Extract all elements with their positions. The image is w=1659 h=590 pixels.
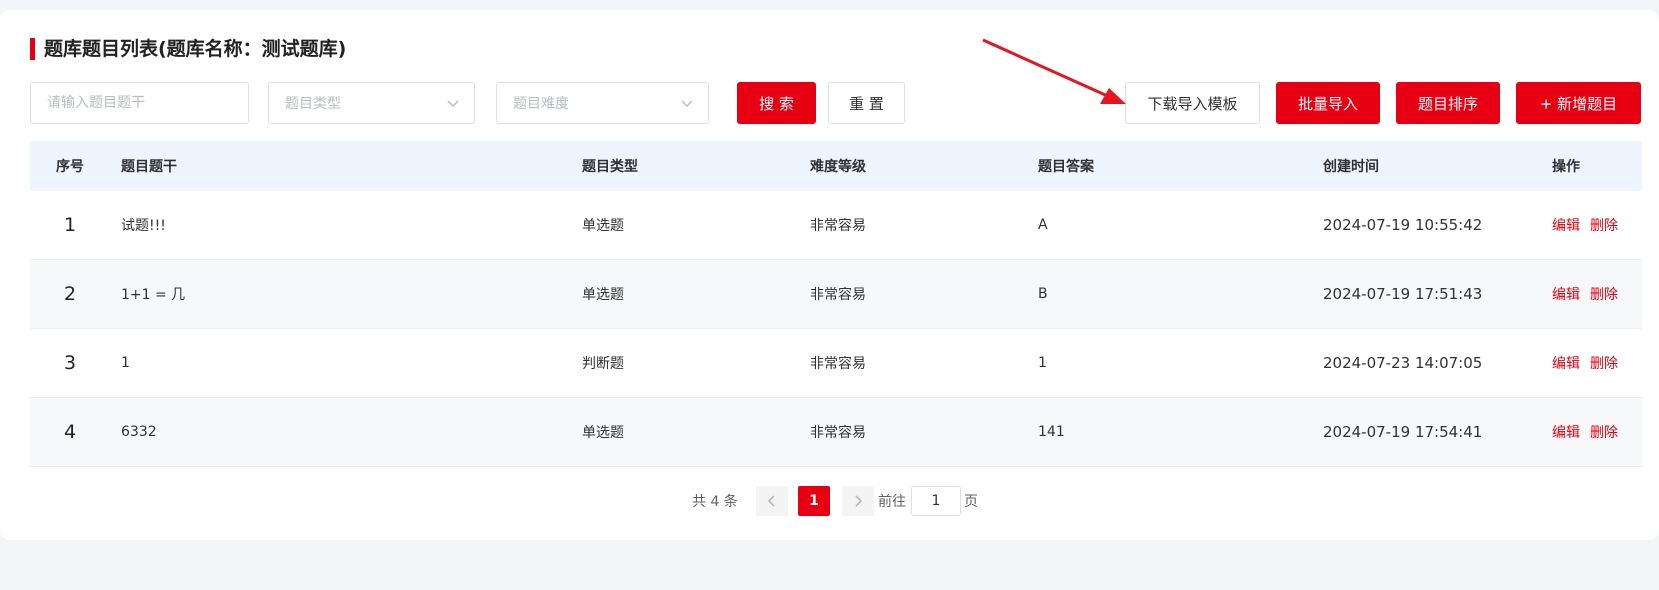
row-stem: 1 — [121, 355, 130, 371]
row-difficulty: 非常容易 — [810, 218, 866, 234]
table-header: 序号 题目题干 题目类型 难度等级 题目答案 创建时间 操作 — [30, 141, 1642, 191]
row-ops: 编辑 删除 — [1552, 284, 1628, 304]
row-type: 单选题 — [582, 425, 624, 441]
pagination-total: 共 4 条 — [692, 494, 738, 510]
chevron-left-icon — [767, 495, 775, 507]
edit-link[interactable]: 编辑 — [1552, 218, 1580, 234]
table-row: 2 1+1 = 几 单选题 非常容易 B 2024-07-19 17:51:43… — [30, 260, 1642, 329]
header-stem: 题目题干 — [121, 159, 177, 175]
row-index: 1 — [63, 214, 77, 236]
table-row: 1 试题!!! 单选题 非常容易 A 2024-07-19 10:55:42 编… — [30, 191, 1642, 260]
prev-page-button[interactable] — [756, 486, 788, 516]
row-index: 4 — [63, 421, 77, 443]
page-1-button[interactable]: 1 — [798, 486, 830, 516]
goto-label: 前往 — [878, 494, 906, 510]
row-difficulty: 非常容易 — [810, 425, 866, 441]
table-row: 3 1 判断题 非常容易 1 2024-07-23 14:07:05 编辑 删除 — [30, 329, 1642, 398]
delete-link[interactable]: 删除 — [1590, 287, 1618, 303]
next-page-button[interactable] — [842, 486, 874, 516]
page-suffix: 页 — [964, 494, 978, 510]
row-created: 2024-07-23 14:07:05 — [1323, 354, 1483, 372]
row-type: 判断题 — [582, 356, 624, 372]
row-created: 2024-07-19 10:55:42 — [1323, 216, 1483, 234]
row-difficulty: 非常容易 — [810, 287, 866, 303]
delete-link[interactable]: 删除 — [1590, 218, 1618, 234]
row-type: 单选题 — [582, 287, 624, 303]
delete-link[interactable]: 删除 — [1590, 425, 1618, 441]
row-answer: 1 — [1038, 355, 1047, 371]
row-stem: 1+1 = 几 — [121, 287, 186, 303]
delete-link[interactable]: 删除 — [1590, 356, 1618, 372]
row-stem: 6332 — [121, 424, 157, 440]
edit-link[interactable]: 编辑 — [1552, 356, 1580, 372]
header-answer: 题目答案 — [1038, 159, 1094, 175]
row-ops: 编辑 删除 — [1552, 422, 1628, 442]
row-index: 3 — [63, 352, 77, 374]
table-row: 4 6332 单选题 非常容易 141 2024-07-19 17:54:41 … — [30, 398, 1642, 467]
row-type: 单选题 — [582, 218, 624, 234]
header-index: 序号 — [56, 159, 84, 175]
row-created: 2024-07-19 17:54:41 — [1323, 423, 1483, 441]
row-difficulty: 非常容易 — [810, 356, 866, 372]
header-type: 题目类型 — [582, 159, 638, 175]
header-difficulty: 难度等级 — [810, 159, 866, 175]
header-created: 创建时间 — [1323, 159, 1379, 175]
row-index: 2 — [63, 283, 77, 305]
row-answer: A — [1038, 217, 1048, 233]
goto-page-input[interactable] — [911, 486, 961, 516]
row-created: 2024-07-19 17:51:43 — [1323, 285, 1483, 303]
questions-table: 序号 题目题干 题目类型 难度等级 题目答案 创建时间 操作 1 试题!!! 单… — [30, 141, 1642, 467]
row-answer: 141 — [1038, 424, 1065, 440]
row-ops: 编辑 删除 — [1552, 353, 1628, 373]
chevron-right-icon — [855, 495, 863, 507]
row-ops: 编辑 删除 — [1552, 215, 1628, 235]
row-answer: B — [1038, 286, 1048, 302]
header-ops: 操作 — [1552, 159, 1580, 175]
row-stem: 试题!!! — [121, 218, 166, 234]
edit-link[interactable]: 编辑 — [1552, 425, 1580, 441]
edit-link[interactable]: 编辑 — [1552, 287, 1580, 303]
